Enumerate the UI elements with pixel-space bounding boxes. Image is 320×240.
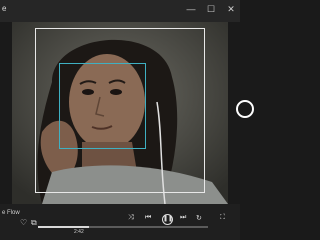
heart-icon[interactable]: ♡ <box>20 218 27 227</box>
shuffle-icon[interactable]: ⤨ <box>128 214 134 222</box>
progress-track[interactable] <box>38 226 208 228</box>
current-time: 2:42 <box>74 229 84 235</box>
face-detection-box-inner <box>59 63 146 149</box>
window-title: e <box>2 4 7 13</box>
next-icon[interactable]: ⏭ <box>180 214 186 222</box>
maximize-button[interactable]: ☐ <box>204 2 218 16</box>
media-controls-bar: e Flow ♡ ⧉ ⤨ ⏮ ❚❚ ⏭ ↻ ⛶ 2:42 <box>0 204 240 240</box>
previous-icon[interactable]: ⏮ <box>145 214 151 222</box>
pause-button[interactable]: ❚❚ <box>162 214 173 225</box>
next-image-button[interactable] <box>236 100 254 118</box>
frame-icon[interactable]: ⧉ <box>31 218 37 228</box>
minimize-button[interactable]: — <box>184 2 198 16</box>
repeat-icon[interactable]: ↻ <box>196 214 202 222</box>
title-bar: e — ☐ ✕ <box>0 0 240 22</box>
fullscreen-icon[interactable]: ⛶ <box>220 214 225 222</box>
close-button[interactable]: ✕ <box>224 2 238 16</box>
progress-fill <box>38 226 89 228</box>
caption-text: e Flow <box>2 210 20 216</box>
photo-viewer <box>12 22 228 204</box>
